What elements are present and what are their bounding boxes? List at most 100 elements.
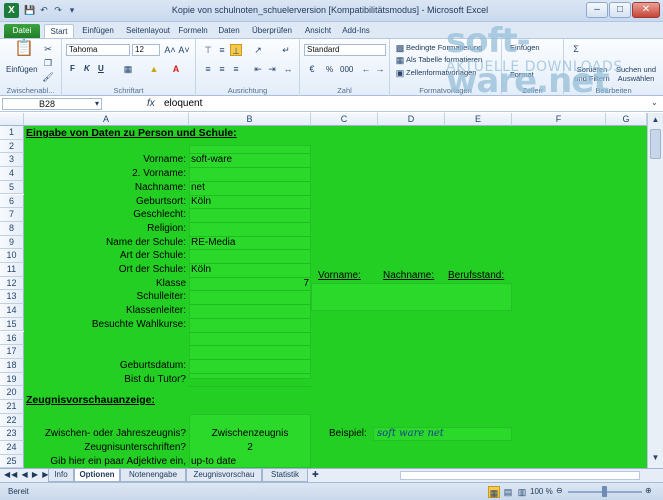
cut-icon[interactable]: ✂ xyxy=(42,43,54,55)
percent-button[interactable]: % xyxy=(326,65,333,74)
scroll-thumb[interactable] xyxy=(650,129,661,159)
copy-icon[interactable]: ❐ xyxy=(42,57,54,69)
orientation-icon[interactable]: ↗ xyxy=(252,44,264,56)
italic-button[interactable]: K xyxy=(84,64,90,73)
close-button[interactable]: ✕ xyxy=(632,2,660,18)
redo-icon[interactable]: ↷ xyxy=(52,4,64,16)
thousands-button[interactable]: 000 xyxy=(340,65,353,74)
column-header[interactable]: E xyxy=(445,113,512,126)
increase-decimal-icon[interactable]: ← xyxy=(360,63,372,75)
paste-button[interactable]: Einfügen xyxy=(6,65,38,74)
sheet-tab-zeugnisvorschau[interactable]: Zeugnisvorschau xyxy=(186,469,262,482)
field-value[interactable]: Köln xyxy=(191,196,211,207)
new-sheet-icon[interactable]: ✚ xyxy=(312,470,319,479)
align-top-icon[interactable]: ⊤ xyxy=(202,44,214,56)
merge-cells-icon[interactable]: ↔ xyxy=(282,63,294,75)
preview-value[interactable]: 2 xyxy=(189,442,311,453)
currency-icon[interactable]: € xyxy=(306,63,318,75)
grow-font-icon[interactable]: A˄ xyxy=(164,44,176,56)
vertical-scrollbar[interactable]: ▲ ▼ xyxy=(647,113,663,468)
format-as-table-icon[interactable]: ▦ xyxy=(394,54,406,66)
column-header[interactable]: B xyxy=(189,113,311,126)
horizontal-scrollbar[interactable] xyxy=(400,471,640,480)
underline-button[interactable]: U xyxy=(98,64,104,73)
font-name-select[interactable]: Tahoma xyxy=(66,44,130,56)
align-center-icon[interactable]: ≡ xyxy=(216,63,228,75)
tab-file[interactable]: Datei xyxy=(4,24,40,38)
wrap-text-icon[interactable]: ↵ xyxy=(280,44,292,56)
align-left-icon[interactable]: ≡ xyxy=(202,63,214,75)
page-layout-view-icon[interactable]: ▤ xyxy=(502,486,514,498)
tab-start[interactable]: Start xyxy=(44,24,74,38)
preview-value[interactable]: up-to date xyxy=(191,456,236,467)
tab-insert[interactable]: Einfügen xyxy=(78,24,118,38)
field-value[interactable]: net xyxy=(191,182,205,193)
row-header[interactable]: 22 xyxy=(0,413,24,428)
decrease-decimal-icon[interactable]: → xyxy=(374,63,386,75)
zoom-in-icon[interactable]: ⊕ xyxy=(645,486,652,495)
tab-view[interactable]: Ansicht xyxy=(300,24,336,38)
zoom-out-icon[interactable]: ⊖ xyxy=(556,486,563,495)
input-cells-parents[interactable] xyxy=(311,283,512,311)
column-header[interactable]: F xyxy=(512,113,606,126)
row-header[interactable]: 12 xyxy=(0,276,24,291)
name-box[interactable]: B28 xyxy=(2,98,102,110)
row-header[interactable]: 15 xyxy=(0,317,24,332)
select-all-corner[interactable] xyxy=(0,113,24,126)
column-header[interactable]: A xyxy=(24,113,189,126)
maximize-button[interactable]: □ xyxy=(609,2,631,18)
row-header[interactable]: 20 xyxy=(0,386,24,400)
row-header[interactable]: 1 xyxy=(0,126,24,140)
row-header[interactable]: 19 xyxy=(0,372,24,387)
page-break-view-icon[interactable]: ▥ xyxy=(516,486,528,498)
row-header[interactable]: 24 xyxy=(0,441,24,455)
insert-function-icon[interactable]: fx xyxy=(147,98,155,109)
shrink-font-icon[interactable]: A˅ xyxy=(178,44,190,56)
row-header[interactable]: 23 xyxy=(0,427,24,442)
format-painter-icon[interactable]: 🖌 xyxy=(42,71,54,83)
row-header[interactable]: 7 xyxy=(0,208,24,222)
formula-input[interactable]: eloquent xyxy=(164,98,202,109)
undo-icon[interactable]: ↶ xyxy=(38,4,50,16)
paste-icon[interactable]: 📋 xyxy=(14,41,34,61)
conditional-format-icon[interactable]: ▩ xyxy=(394,42,406,54)
font-color-icon[interactable]: A xyxy=(170,63,182,75)
sheet-tab-statistik[interactable]: Statistik xyxy=(262,469,308,482)
field-value[interactable]: Köln xyxy=(191,264,211,275)
excel-app-icon[interactable]: X xyxy=(4,3,19,18)
tab-formulas[interactable]: Formeln xyxy=(176,24,210,38)
zoom-slider-thumb[interactable] xyxy=(602,486,607,497)
number-format-select[interactable]: Standard xyxy=(304,44,386,56)
row-header[interactable]: 6 xyxy=(0,194,24,209)
row-header[interactable]: 3 xyxy=(0,153,24,168)
field-value[interactable]: RE-Media xyxy=(191,237,235,248)
row-header[interactable]: 2 xyxy=(0,139,24,154)
preview-value[interactable]: Zwischenzeugnis xyxy=(189,428,311,439)
field-value[interactable]: 7 xyxy=(189,278,309,289)
name-box-dropdown-icon[interactable]: ▾ xyxy=(95,99,99,108)
minimize-button[interactable]: – xyxy=(586,2,608,18)
scroll-up-icon[interactable]: ▲ xyxy=(650,115,661,126)
font-size-select[interactable]: 12 xyxy=(132,44,160,56)
align-bottom-icon[interactable]: ⊥ xyxy=(230,44,242,56)
sheet-tab-info[interactable]: Info xyxy=(48,469,74,482)
column-header[interactable]: G xyxy=(606,113,647,126)
normal-view-icon[interactable]: ▦ xyxy=(488,486,500,498)
row-header[interactable]: 14 xyxy=(0,304,24,318)
sheet-tab-noteneingabe[interactable]: Notenengabe xyxy=(120,469,186,482)
row-header[interactable]: 5 xyxy=(0,180,24,195)
scroll-down-icon[interactable]: ▼ xyxy=(650,453,661,464)
align-middle-icon[interactable]: ≡ xyxy=(216,44,228,56)
row-header[interactable]: 25 xyxy=(0,454,24,468)
worksheet-grid[interactable]: A B C D E F G 1 2 3 4 5 6 7 8 9 10 11 12 13 14 15 16 17 1… xyxy=(0,113,647,468)
fill-color-icon[interactable]: ▲ xyxy=(148,63,160,75)
decrease-indent-icon[interactable]: ⇤ xyxy=(252,63,264,75)
tab-review[interactable]: Überprüfen xyxy=(248,24,296,38)
row-header[interactable]: 18 xyxy=(0,358,24,373)
column-header[interactable]: D xyxy=(378,113,445,126)
row-header[interactable]: 13 xyxy=(0,290,24,305)
field-value[interactable]: soft-ware xyxy=(191,154,232,165)
bold-button[interactable]: F xyxy=(70,64,75,73)
row-header[interactable]: 8 xyxy=(0,221,24,236)
sheet-tab-optionen[interactable]: Optionen xyxy=(74,469,120,482)
